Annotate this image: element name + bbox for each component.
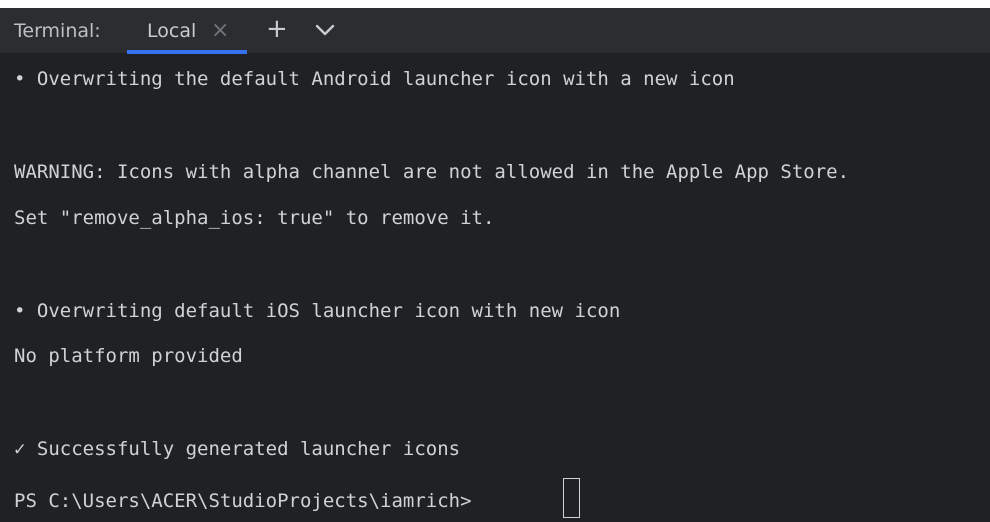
terminal-output[interactable]: • Overwriting the default Android launch… <box>0 54 990 522</box>
text-cursor[interactable] <box>563 478 580 518</box>
add-icon[interactable]: + <box>266 14 288 44</box>
terminal-panel: Terminal: Local × + • Overwriting the de… <box>0 8 990 522</box>
tab-local[interactable]: Local × <box>127 8 247 54</box>
shell-prompt: PS C:\Users\ACER\StudioProjects\iamrich> <box>14 490 472 512</box>
output-line: • Overwriting default iOS launcher icon … <box>14 300 621 322</box>
warning-line: WARNING: Icons with alpha channel are no… <box>14 161 850 183</box>
close-icon[interactable]: × <box>211 18 229 43</box>
output-line: Set "remove_alpha_ios: true" to remove i… <box>14 207 495 229</box>
terminal-title: Terminal: <box>14 20 101 42</box>
chevron-down-icon[interactable] <box>314 22 336 38</box>
success-line: ✓ Successfully generated launcher icons <box>14 438 461 460</box>
output-line: • Overwriting the default Android launch… <box>14 68 735 90</box>
output-line: No platform provided <box>14 345 243 367</box>
tab-local-label: Local <box>147 20 197 42</box>
terminal-tab-bar: Terminal: Local × + <box>0 8 990 54</box>
